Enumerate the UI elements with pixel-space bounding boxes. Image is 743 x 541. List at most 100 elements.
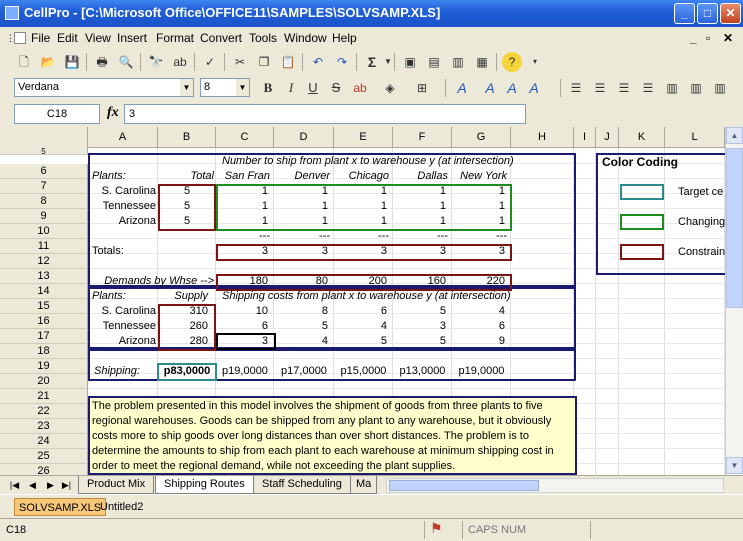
warehouse-label[interactable]: San Fran [216, 169, 270, 184]
maximize-button[interactable]: □ [697, 3, 718, 24]
row-header-12[interactable]: 12 [0, 254, 88, 269]
row-header-9[interactable]: 9 [0, 209, 88, 224]
spelling-icon[interactable]: ✓ [200, 52, 220, 72]
cost-cell[interactable]: 5 [393, 304, 446, 319]
dash-cell[interactable]: --- [274, 229, 330, 244]
grid-icon[interactable]: ▦ [472, 52, 492, 72]
dash-cell[interactable]: --- [216, 229, 270, 244]
row-header-20[interactable]: 20 [0, 374, 88, 389]
ship-qty-cell[interactable]: 1 [334, 184, 387, 199]
column-header-d[interactable]: D [274, 127, 334, 148]
first-sheet-icon[interactable]: |◀ [8, 478, 21, 492]
bold-icon[interactable]: B [258, 78, 278, 98]
demand-cell[interactable]: 80 [274, 274, 328, 289]
tab-staff-scheduling[interactable]: Staff Scheduling [253, 476, 351, 494]
total-cell[interactable]: 3 [393, 244, 446, 259]
row-header-5[interactable]: 5 [0, 148, 88, 156]
minimize-button[interactable]: _ [674, 3, 695, 24]
demand-cell[interactable]: 220 [452, 274, 505, 289]
total-cell[interactable]: 3 [216, 244, 268, 259]
plant-total[interactable]: 5 [158, 214, 216, 229]
column-header-h[interactable]: H [511, 127, 574, 148]
object-icon[interactable]: ▣ [400, 52, 420, 72]
column-header-l[interactable]: L [665, 127, 725, 148]
align-left-icon[interactable]: ☰ [566, 78, 586, 98]
row-header-24[interactable]: 24 [0, 434, 88, 449]
row-header-13[interactable]: 13 [0, 269, 88, 284]
plant-total[interactable]: 5 [158, 184, 216, 199]
indent-icon[interactable]: ▥ [710, 78, 730, 98]
row-header-16[interactable]: 16 [0, 314, 88, 329]
help-icon[interactable]: ? [502, 52, 522, 72]
row-header-23[interactable]: 23 [0, 419, 88, 434]
ship-qty-cell[interactable]: 1 [274, 184, 328, 199]
scroll-up-button[interactable]: ▲ [726, 127, 743, 144]
plant-name[interactable]: S. Carolina [92, 184, 156, 199]
row-header-26[interactable]: 26 [0, 464, 88, 475]
cost-cell[interactable]: 3 [393, 319, 446, 334]
name-box[interactable]: C18 [14, 104, 100, 124]
save-icon[interactable]: 💾 [62, 52, 82, 72]
column-header-a[interactable]: A [88, 127, 158, 148]
warehouse-label[interactable]: Denver [274, 169, 330, 184]
doc-restore-button[interactable]: ▫ [706, 31, 710, 45]
row-header-10[interactable]: 10 [0, 224, 88, 239]
close-button[interactable]: ✕ [720, 3, 741, 24]
ship-qty-cell[interactable]: 1 [452, 199, 505, 214]
cost-cell[interactable]: 6 [334, 304, 387, 319]
fill-color-icon[interactable]: ◈ [380, 78, 400, 98]
toolbar-options-icon[interactable]: ▾ [525, 52, 545, 72]
vertical-scrollbar[interactable]: ▲ ▼ [725, 127, 743, 475]
underline-icon[interactable]: U [303, 78, 323, 98]
doc-tab-untitled2[interactable]: Untitled2 [96, 498, 147, 516]
prev-sheet-icon[interactable]: ◀ [26, 478, 39, 492]
cost-cell[interactable]: 4 [274, 334, 328, 349]
cost-cell[interactable]: 5 [393, 334, 446, 349]
menu-help[interactable]: Help [332, 31, 357, 45]
menu-window[interactable]: Window [284, 31, 327, 45]
redo-icon[interactable]: ↷ [332, 52, 352, 72]
row-header-19[interactable]: 19 [0, 359, 88, 374]
spreadsheet-grid[interactable]: A B C D E F G H I J K L 5 6 7 8 9 10 11 12 13 14 1… [0, 127, 743, 475]
horizontal-scrollbar[interactable] [386, 478, 724, 493]
formula-input[interactable]: 3 [124, 104, 526, 124]
menu-tools[interactable]: Tools [249, 31, 277, 45]
ship-qty-cell[interactable]: 1 [274, 199, 328, 214]
dash-cell[interactable]: --- [452, 229, 507, 244]
align-center-icon[interactable]: ☰ [590, 78, 610, 98]
scroll-down-button[interactable]: ▼ [726, 457, 743, 474]
doc-close-button[interactable]: ✕ [723, 31, 733, 45]
grow-font-icon[interactable]: A [480, 78, 500, 98]
row-header-7[interactable]: 7 [0, 179, 88, 194]
tab-ma[interactable]: Ma [350, 476, 378, 494]
shipping-cost-cell[interactable]: p13,0000 [393, 364, 452, 379]
cost-cell[interactable]: 5 [334, 334, 387, 349]
menu-edit[interactable]: Edit [57, 31, 78, 45]
row-header-17[interactable]: 17 [0, 329, 88, 344]
ship-qty-cell[interactable]: 1 [393, 199, 446, 214]
text-effect-icon[interactable]: A [452, 78, 472, 98]
shadow-font-icon[interactable]: A [524, 78, 544, 98]
total-cell[interactable]: 3 [452, 244, 505, 259]
row-header-11[interactable]: 11 [0, 239, 88, 254]
justify-icon[interactable]: ☰ [638, 78, 658, 98]
doc-minimize-button[interactable]: _ [690, 31, 697, 45]
cut-icon[interactable]: ✂ [230, 52, 250, 72]
chevron-down-icon[interactable]: ▼ [180, 79, 193, 96]
print-preview-icon[interactable]: 🔍 [116, 52, 136, 72]
select-all-corner[interactable] [0, 127, 88, 148]
open-icon[interactable]: 📂 [38, 52, 58, 72]
demand-cell[interactable]: 180 [216, 274, 268, 289]
plant-name[interactable]: Arizona [92, 334, 156, 349]
cost-cell[interactable]: 3 [216, 334, 268, 349]
plant-name[interactable]: Arizona [92, 214, 156, 229]
shipping-total[interactable]: p83,0000 [158, 364, 216, 379]
row-header-15[interactable]: 15 [0, 299, 88, 314]
new-icon[interactable]: 🗋 [14, 52, 34, 72]
font-color-icon[interactable]: ab [350, 78, 370, 98]
paste-icon[interactable]: 📋 [278, 52, 298, 72]
row-header-14[interactable]: 14 [0, 284, 88, 299]
font-size-combo[interactable]: 8 ▼ [200, 78, 250, 97]
column-header-c[interactable]: C [216, 127, 274, 148]
merge-icon[interactable]: ▥ [686, 78, 706, 98]
